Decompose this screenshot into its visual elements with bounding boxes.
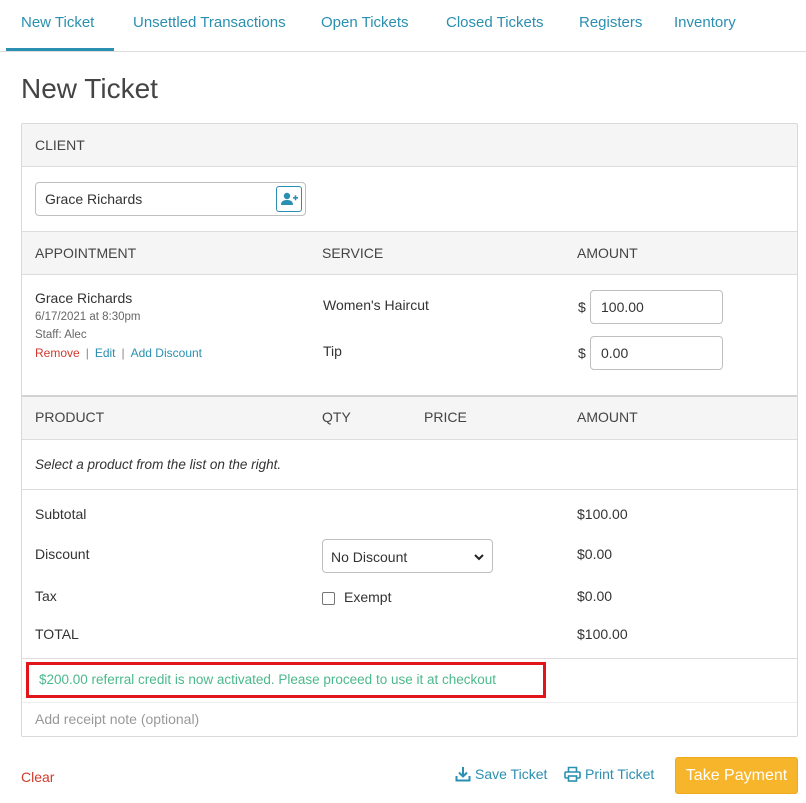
clear-button[interactable]: Clear (21, 769, 54, 785)
link-separator: | (85, 346, 89, 360)
print-ticket-button[interactable]: Print Ticket (564, 766, 654, 782)
tip-label: Tip (323, 343, 342, 359)
receipt-note-input[interactable] (23, 704, 796, 734)
client-name-input[interactable] (37, 184, 273, 214)
chevron-down-icon (474, 554, 484, 561)
add-discount-link[interactable]: Add Discount (131, 346, 202, 360)
service-amount-input[interactable] (590, 290, 723, 324)
referral-credit-message: $200.00 referral credit is now activated… (26, 662, 546, 698)
ticket-panel: CLIENT APPOINTMENT SERVICE AMOUNT Grace … (21, 123, 798, 737)
total-label: TOTAL (35, 626, 79, 642)
currency-symbol: $ (578, 345, 586, 361)
currency-symbol: $ (578, 299, 586, 315)
appointment-header: APPOINTMENT (35, 245, 137, 261)
product-hint: Select a product from the list on the ri… (35, 457, 282, 472)
total-amount: $100.00 (577, 626, 628, 642)
product-header: PRODUCT (35, 409, 105, 425)
tax-label: Tax (35, 588, 57, 604)
product-amount-header: AMOUNT (577, 409, 638, 425)
qty-header: QTY (322, 409, 351, 425)
subtotal-label: Subtotal (35, 506, 87, 522)
service-header: SERVICE (322, 245, 384, 261)
price-header: PRICE (424, 409, 467, 425)
printer-icon (564, 766, 581, 782)
remove-appointment-link[interactable]: Remove (35, 346, 80, 360)
divider (22, 658, 797, 659)
save-ticket-label: Save Ticket (475, 766, 548, 782)
discount-selected-value: No Discount (331, 549, 408, 565)
appointment-section-header: APPOINTMENT SERVICE AMOUNT (22, 231, 797, 275)
appointment-client-name: Grace Richards (35, 290, 133, 306)
link-separator: | (121, 346, 125, 360)
tab-open-tickets[interactable]: Open Tickets (321, 0, 409, 52)
discount-select[interactable]: No Discount (322, 539, 493, 573)
appointment-staff: Staff: Alec (35, 329, 87, 341)
appointment-actions: Remove | Edit | Add Discount (35, 346, 202, 360)
referral-credit-text: $200.00 referral credit is now activated… (39, 672, 497, 687)
download-icon (455, 767, 471, 782)
discount-amount: $0.00 (577, 546, 613, 562)
active-tab-indicator (6, 48, 114, 51)
client-section-header: CLIENT (22, 124, 797, 167)
discount-label: Discount (35, 546, 90, 562)
divider (22, 702, 797, 703)
tab-inventory[interactable]: Inventory (674, 0, 736, 52)
service-label: Women's Haircut (323, 297, 429, 313)
take-payment-button[interactable]: Take Payment (675, 757, 798, 794)
page-title: New Ticket (21, 73, 158, 104)
tab-closed-tickets[interactable]: Closed Tickets (446, 0, 544, 52)
tab-registers[interactable]: Registers (579, 0, 642, 52)
ticket-tabs: New Ticket Unsettled Transactions Open T… (0, 0, 806, 52)
amount-header: AMOUNT (577, 245, 638, 261)
save-ticket-button[interactable]: Save Ticket (455, 766, 547, 782)
print-ticket-label: Print Ticket (585, 766, 655, 782)
add-client-button[interactable] (276, 186, 302, 212)
appointment-datetime: 6/17/2021 at 8:30pm (35, 311, 141, 323)
tab-new-ticket[interactable]: New Ticket (21, 0, 94, 52)
tax-exempt-checkbox[interactable] (322, 592, 335, 605)
client-header: CLIENT (35, 137, 85, 153)
tax-exempt-label: Exempt (344, 589, 392, 605)
add-person-icon (281, 192, 298, 205)
tip-amount-input[interactable] (590, 336, 723, 370)
divider (22, 489, 797, 490)
tab-unsettled-transactions[interactable]: Unsettled Transactions (133, 0, 286, 52)
edit-appointment-link[interactable]: Edit (95, 346, 116, 360)
product-section-header: PRODUCT QTY PRICE AMOUNT (22, 397, 797, 440)
tax-amount: $0.00 (577, 588, 613, 604)
subtotal-amount: $100.00 (577, 506, 628, 522)
client-search-field (35, 182, 306, 216)
